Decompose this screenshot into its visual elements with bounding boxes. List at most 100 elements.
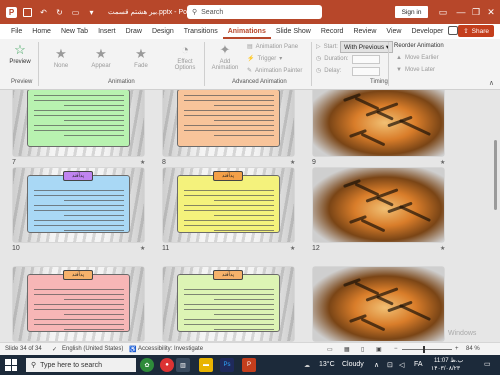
- preview-button[interactable]: ☆ Preview: [6, 43, 34, 66]
- weather-status: Cloudy: [342, 361, 364, 368]
- notifications-icon[interactable]: ▭: [484, 360, 491, 368]
- tab-record[interactable]: Record: [316, 24, 349, 39]
- customize-toolbar-icon[interactable]: ▾: [86, 7, 97, 18]
- spell-check-icon[interactable]: ✓: [52, 346, 57, 353]
- tiger-stripe: [398, 303, 432, 322]
- photoshop-icon[interactable]: Ps: [220, 358, 234, 372]
- tab-design[interactable]: Design: [147, 24, 179, 39]
- close-button[interactable]: ✕: [481, 0, 500, 24]
- zoom-slider[interactable]: [402, 349, 452, 350]
- windows-start-icon[interactable]: [5, 359, 17, 371]
- normal-view-icon[interactable]: ▭: [327, 346, 333, 353]
- tab-developer[interactable]: Developer: [406, 24, 448, 39]
- slide-thumbnail[interactable]: [313, 90, 444, 156]
- zoom-level[interactable]: 84 %: [466, 346, 480, 352]
- accessibility-icon: ♿: [129, 347, 137, 353]
- animation-star-icon[interactable]: ★: [290, 245, 295, 252]
- duration-field[interactable]: [352, 55, 380, 64]
- tab-view[interactable]: View: [381, 24, 406, 39]
- slide-thumbnail[interactable]: پدآفند: [13, 168, 144, 242]
- group-divider: [311, 42, 312, 86]
- volume-icon[interactable]: ◁: [399, 361, 404, 369]
- move-later-button[interactable]: ▼ Move Later: [396, 67, 435, 73]
- appear-star-icon: ★: [95, 46, 107, 61]
- ribbon-display-options-icon[interactable]: ▭: [433, 0, 453, 24]
- redo-icon[interactable]: ↻: [54, 7, 65, 18]
- animation-appear[interactable]: ★ Appear: [88, 46, 114, 70]
- slide-text-line: [64, 230, 124, 231]
- share-button[interactable]: ⇪ Share: [458, 25, 494, 37]
- add-animation-button[interactable]: ✦ Add Animation: [207, 43, 243, 72]
- share-icon: ⇪: [463, 28, 469, 35]
- weather-widget-icon[interactable]: ✿: [140, 358, 154, 372]
- slide-thumbnail[interactable]: [13, 90, 144, 156]
- zoom-in-button[interactable]: +: [455, 346, 459, 352]
- undo-icon[interactable]: ↶: [38, 7, 49, 18]
- slide-thumbnail[interactable]: [163, 90, 294, 156]
- vertical-scrollbar[interactable]: [493, 90, 498, 342]
- sign-in-button[interactable]: Sign in: [395, 6, 428, 18]
- tray-overflow-icon[interactable]: ∧: [374, 361, 379, 369]
- slide-thumbnail[interactable]: پدآفند: [163, 267, 294, 341]
- slide-thumbnail[interactable]: [313, 267, 444, 341]
- clock-time[interactable]: 11:07 ب.ظ: [434, 357, 463, 364]
- reading-view-icon[interactable]: ▯: [361, 346, 364, 353]
- animation-painter-button[interactable]: ✎ Animation Painter: [247, 67, 302, 75]
- zoom-out-button[interactable]: −: [394, 346, 398, 352]
- animation-pane-button[interactable]: ▤ Animation Pane: [247, 43, 298, 51]
- fade-star-icon: ★: [135, 46, 147, 61]
- trigger-button[interactable]: ⚡ Trigger ▾: [247, 55, 283, 63]
- effect-options-button[interactable]: ◔ Effect Options: [168, 43, 202, 72]
- animation-fade[interactable]: ★ Fade: [128, 46, 154, 70]
- animation-fade-label: Fade: [134, 63, 148, 69]
- slide-number: 10: [12, 245, 20, 252]
- clock-date[interactable]: ۱۴۰۳/۰۸/۲۳: [431, 365, 460, 372]
- animation-star-icon[interactable]: ★: [440, 159, 445, 166]
- slide-thumbnail[interactable]: پدآفند: [163, 168, 294, 242]
- slide-thumbnail[interactable]: [313, 168, 444, 242]
- comments-icon[interactable]: [448, 26, 458, 35]
- animation-star-icon[interactable]: ★: [290, 159, 295, 166]
- search-box[interactable]: ⚲ Search: [187, 5, 322, 19]
- tab-draw[interactable]: Draw: [121, 24, 147, 39]
- tab-file[interactable]: File: [6, 24, 27, 39]
- network-icon[interactable]: ⊡: [387, 361, 393, 369]
- collapse-ribbon-icon[interactable]: ∧: [489, 79, 494, 87]
- powerpoint-taskbar-icon[interactable]: P: [242, 358, 256, 372]
- tab-animations[interactable]: Animations: [222, 24, 271, 39]
- delay-field[interactable]: [352, 67, 380, 76]
- tab-new-tab[interactable]: New Tab: [56, 24, 93, 39]
- slide-sorter-view-icon[interactable]: ▦: [344, 346, 350, 353]
- save-icon[interactable]: [22, 7, 33, 18]
- taskbar-search[interactable]: ⚲ Type here to search: [26, 358, 136, 372]
- animation-star-icon[interactable]: ★: [140, 245, 145, 252]
- input-language[interactable]: FA: [414, 361, 423, 368]
- slide-text-line: [34, 289, 124, 290]
- animation-star-icon[interactable]: ★: [140, 159, 145, 166]
- tab-review[interactable]: Review: [348, 24, 381, 39]
- zoom-slider-thumb[interactable]: [423, 346, 425, 353]
- slide-text-line: [64, 329, 124, 330]
- animation-none[interactable]: ★ None: [48, 47, 74, 70]
- move-earlier-button[interactable]: ▲ Move Earlier: [396, 55, 439, 61]
- slideshow-start-icon[interactable]: ▭: [70, 7, 81, 18]
- tab-transitions[interactable]: Transitions: [179, 24, 223, 39]
- tiger-stripe: [360, 132, 386, 147]
- chevron-down-icon: ▾: [279, 56, 283, 62]
- tab-home[interactable]: Home: [27, 24, 56, 39]
- tab-insert[interactable]: Insert: [93, 24, 121, 39]
- slide-text-line: [34, 220, 124, 221]
- widget-icon[interactable]: ●: [160, 358, 174, 372]
- task-view-icon[interactable]: ▥: [176, 358, 190, 372]
- animation-star-icon[interactable]: ★: [440, 245, 445, 252]
- file-explorer-icon[interactable]: ▬: [199, 358, 213, 372]
- start-dropdown[interactable]: With Previous ▾: [340, 41, 394, 53]
- accessibility-status[interactable]: Accessibility: Investigate: [138, 346, 203, 352]
- tab-slide-show[interactable]: Slide Show: [271, 24, 316, 39]
- slideshow-view-icon[interactable]: ▣: [376, 346, 382, 353]
- painter-icon: ✎: [247, 68, 253, 74]
- scrollbar-thumb[interactable]: [494, 140, 497, 210]
- language-indicator[interactable]: English (United States): [62, 346, 123, 352]
- slide-number: 8: [162, 159, 166, 166]
- slide-thumbnail[interactable]: پدآفند: [13, 267, 144, 341]
